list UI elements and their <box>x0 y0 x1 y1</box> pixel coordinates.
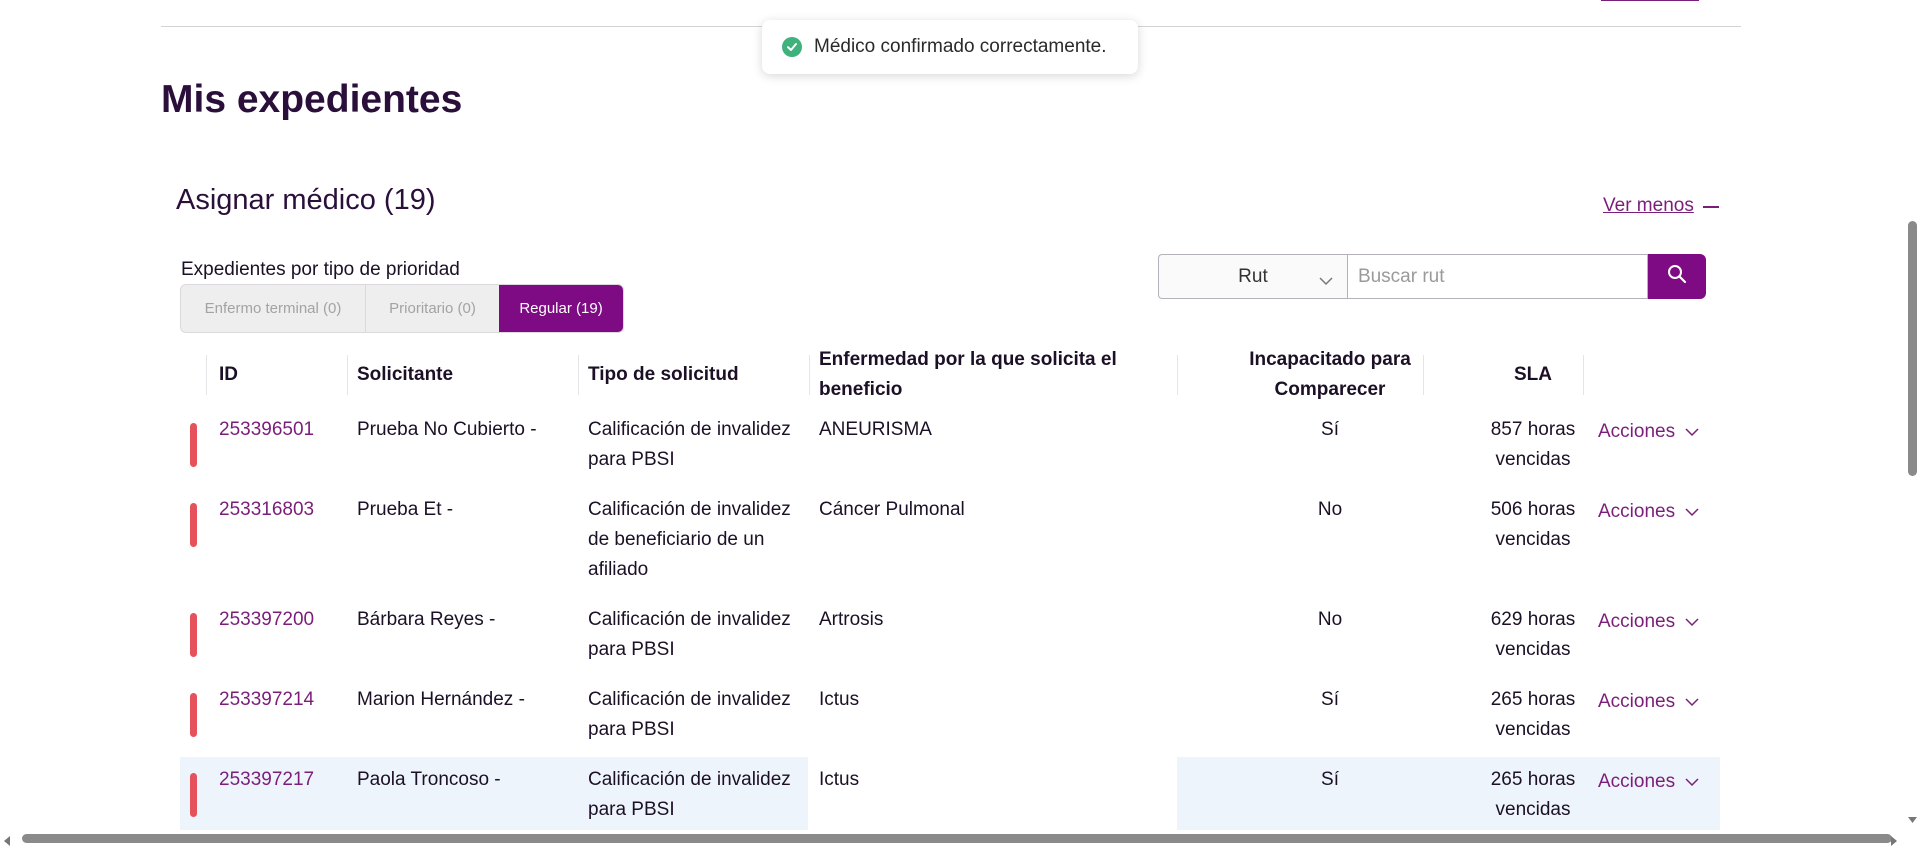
chevron-down-icon <box>1319 270 1333 292</box>
search-type-select[interactable]: Rut <box>1158 254 1347 299</box>
column-divider <box>578 355 579 395</box>
search-group: Rut <box>1158 254 1706 299</box>
section-title: Asignar médico (19) <box>176 184 436 216</box>
row-incapacitado: Sí <box>1321 419 1339 440</box>
row-enfermedad: ANEURISMA <box>819 419 932 440</box>
row-sla: 629 horas vencidas <box>1490 609 1576 660</box>
acciones-dropdown[interactable]: Acciones <box>1598 687 1699 717</box>
row-sla: 857 horas vencidas <box>1490 419 1576 470</box>
acciones-label: Acciones <box>1598 501 1676 522</box>
chevron-down-icon <box>1675 497 1699 527</box>
vertical-scroll-thumb[interactable] <box>1908 221 1917 476</box>
row-incapacitado: Sí <box>1321 689 1339 710</box>
acciones-label: Acciones <box>1598 611 1676 632</box>
row-id-link[interactable]: 253397214 <box>219 685 314 715</box>
page-title: Mis expedientes <box>161 78 463 121</box>
chevron-down-icon <box>1675 607 1699 637</box>
priority-indicator <box>190 613 197 657</box>
priority-tabs: Enfermo terminal (0) Prioritario (0) Reg… <box>180 284 624 333</box>
priority-indicator <box>190 693 197 737</box>
row-sla: 506 horas vencidas <box>1490 499 1576 550</box>
col-header-incapacitado: Incapacitado para Comparecer <box>1249 348 1411 400</box>
row-enfermedad: Ictus <box>819 769 860 790</box>
chevron-down-icon <box>1675 687 1699 717</box>
row-sla: 265 horas vencidas <box>1490 689 1576 740</box>
priority-indicator <box>190 423 197 467</box>
vertical-scrollbar[interactable] <box>1904 0 1920 830</box>
column-divider <box>206 355 207 395</box>
row-incapacitado: Sí <box>1321 769 1339 790</box>
chevron-down-icon <box>1675 767 1699 797</box>
tab-prioritario[interactable]: Prioritario (0) <box>366 285 499 332</box>
previous-section-header-clipped <box>163 0 663 4</box>
search-button[interactable] <box>1648 254 1706 299</box>
row-tipo: Calificación de invalidez de beneficiari… <box>588 499 791 580</box>
row-tipo: Calificación de invalidez para PBSI <box>588 609 791 660</box>
previous-section-link-clipped[interactable] <box>1601 0 1699 1</box>
scroll-right-arrow-icon[interactable] <box>1890 833 1897 851</box>
table-header: ID Solicitante Tipo de solicitud Enferme… <box>180 347 1720 402</box>
tab-regular[interactable]: Regular (19) <box>499 285 623 332</box>
check-circle-icon <box>782 37 802 57</box>
tab-enfermo-terminal[interactable]: Enfermo terminal (0) <box>181 285 366 332</box>
row-tipo: Calificación de invalidez para PBSI <box>588 689 791 740</box>
table-row: 253397214 Marion Hernández - Calificació… <box>180 685 1720 765</box>
row-solicitante: Prueba No Cubierto - <box>357 419 537 440</box>
table-row: 253396501 Prueba No Cubierto - Calificac… <box>180 415 1720 495</box>
row-id-link[interactable]: 253396501 <box>219 415 314 445</box>
table-body: 253396501 Prueba No Cubierto - Calificac… <box>180 415 1720 845</box>
row-tipo: Calificación de invalidez para PBSI <box>588 419 791 470</box>
col-header-solicitante: Solicitante <box>357 363 454 385</box>
row-solicitante: Marion Hernández - <box>357 689 525 710</box>
acciones-label: Acciones <box>1598 771 1676 792</box>
row-solicitante: Prueba Et - <box>357 499 454 520</box>
priority-filter-label: Expedientes por tipo de prioridad <box>181 259 460 280</box>
scroll-down-arrow-icon[interactable] <box>1908 811 1917 829</box>
horizontal-scroll-thumb[interactable] <box>22 834 1892 843</box>
row-id-link[interactable]: 253316803 <box>219 495 314 525</box>
table-row: 253397200 Bárbara Reyes - Calificación d… <box>180 605 1720 685</box>
search-rut-input[interactable] <box>1346 254 1649 299</box>
row-solicitante: Paola Troncoso - <box>357 769 501 790</box>
acciones-label: Acciones <box>1598 421 1676 442</box>
chevron-down-icon <box>1675 417 1699 447</box>
row-enfermedad: Ictus <box>819 689 860 710</box>
row-sla: 265 horas vencidas <box>1490 769 1576 820</box>
row-incapacitado: No <box>1317 499 1343 520</box>
col-header-enfermedad: Enfermedad por la que solicita el benefi… <box>819 348 1117 400</box>
search-icon <box>1667 264 1687 289</box>
column-divider <box>1583 355 1584 395</box>
toast-message: Médico confirmado correctamente. <box>814 36 1107 57</box>
row-enfermedad: Artrosis <box>819 609 884 630</box>
success-toast: Médico confirmado correctamente. <box>762 20 1138 74</box>
scroll-left-arrow-icon[interactable] <box>4 833 11 851</box>
acciones-dropdown[interactable]: Acciones <box>1598 497 1699 527</box>
row-tipo: Calificación de invalidez para PBSI <box>588 769 791 820</box>
table-row: 253316803 Prueba Et - Calificación de in… <box>180 495 1720 605</box>
col-header-tipo: Tipo de solicitud <box>588 363 739 385</box>
row-id-link[interactable]: 253397200 <box>219 605 314 635</box>
row-incapacitado: No <box>1317 609 1343 630</box>
acciones-dropdown[interactable]: Acciones <box>1598 417 1699 447</box>
column-divider <box>347 355 348 395</box>
acciones-dropdown[interactable]: Acciones <box>1598 607 1699 637</box>
column-divider <box>1177 355 1178 395</box>
search-type-value: Rut <box>1238 265 1268 287</box>
acciones-label: Acciones <box>1598 691 1676 712</box>
column-divider <box>1423 355 1424 395</box>
ver-menos-link[interactable]: Ver menos <box>1603 195 1694 217</box>
acciones-dropdown[interactable]: Acciones <box>1598 767 1699 797</box>
col-header-id: ID <box>219 363 238 385</box>
collapse-dash-icon[interactable] <box>1703 206 1719 208</box>
priority-indicator <box>190 503 197 547</box>
horizontal-scrollbar[interactable] <box>0 830 1920 847</box>
priority-indicator <box>190 773 197 817</box>
row-enfermedad: Cáncer Pulmonal <box>819 499 965 520</box>
col-header-sla: SLA <box>1514 363 1552 385</box>
row-id-link[interactable]: 253397217 <box>219 765 314 795</box>
column-divider <box>809 355 810 395</box>
row-solicitante: Bárbara Reyes - <box>357 609 496 630</box>
